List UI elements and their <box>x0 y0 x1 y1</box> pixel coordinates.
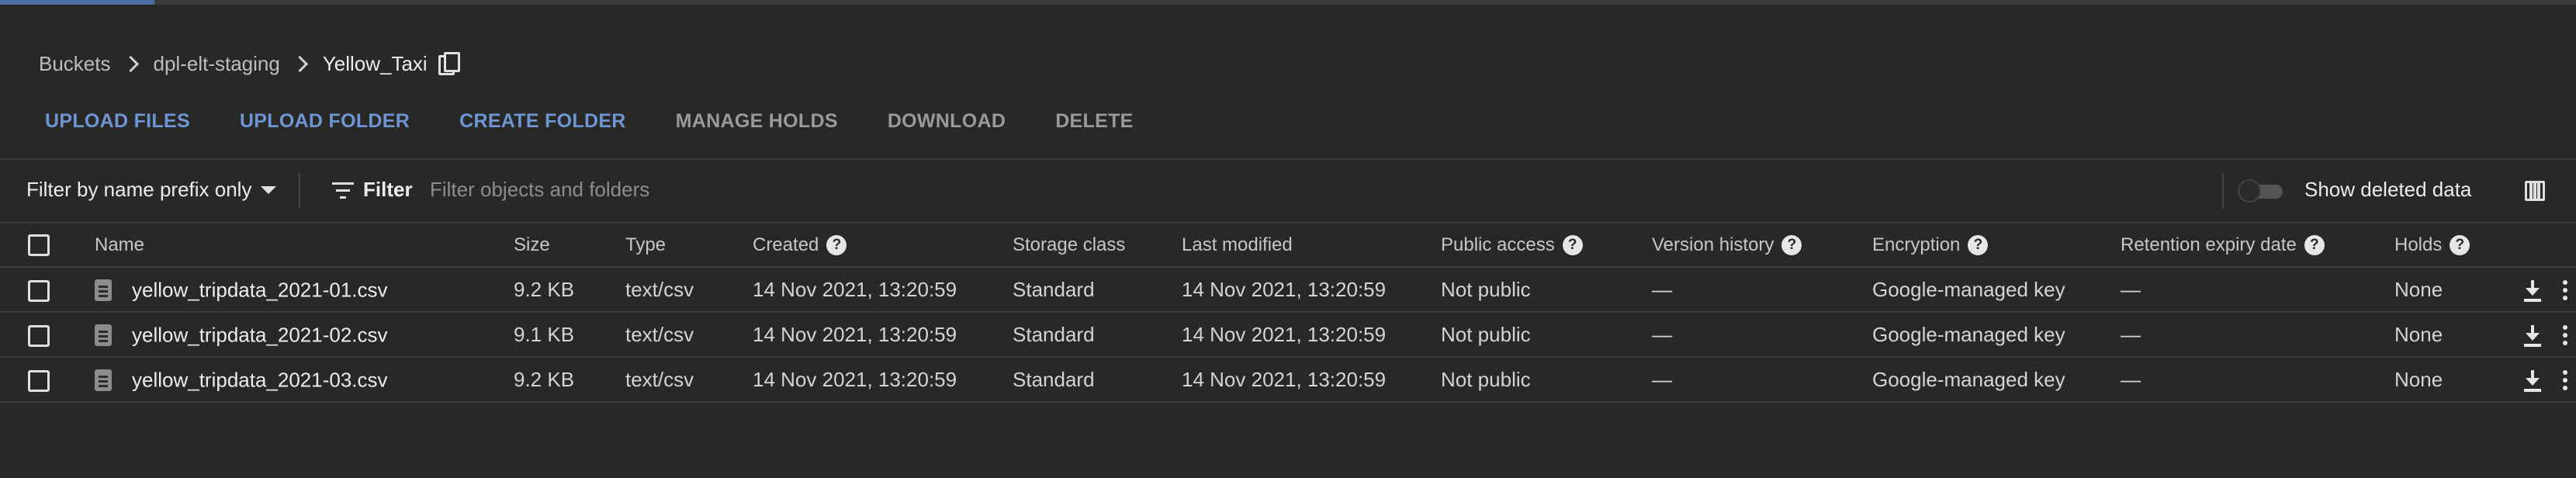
show-deleted-label: Show deleted data <box>2304 178 2472 201</box>
help-icon[interactable]: ? <box>1781 235 1802 256</box>
copy-icon[interactable] <box>438 52 460 75</box>
column-header-encryption[interactable]: Encryption? <box>1872 223 2121 268</box>
cell-size: 9.1 KB <box>514 322 575 346</box>
cell-version-history: — <box>1652 277 1672 301</box>
file-icon <box>95 369 112 391</box>
cell-size: 9.2 KB <box>514 367 575 391</box>
cell-version-history: — <box>1652 367 1672 391</box>
chevron-right-icon <box>291 55 308 72</box>
cell-encryption: Google-managed key <box>1872 367 2065 391</box>
show-deleted-toggle[interactable] <box>2238 178 2287 204</box>
cell-public-access: Not public <box>1441 277 1531 301</box>
cell-last-modified: 14 Nov 2021, 13:20:59 <box>1182 322 1387 346</box>
cell-retention: — <box>2121 322 2141 346</box>
divider <box>2222 173 2224 209</box>
filter-icon[interactable] <box>332 182 354 199</box>
help-icon[interactable]: ? <box>1562 235 1583 256</box>
object-actions-toolbar: UPLOAD FILES UPLOAD FOLDER CREATE FOLDER… <box>45 107 1183 135</box>
column-header-holds[interactable]: Holds? <box>2394 223 2523 268</box>
download-icon[interactable] <box>2523 369 2542 393</box>
upload-files-button[interactable]: UPLOAD FILES <box>45 110 190 133</box>
cell-size: 9.2 KB <box>514 277 575 301</box>
column-header-retention-expiry-date[interactable]: Retention expiry date? <box>2121 223 2394 268</box>
cell-encryption: Google-managed key <box>1872 277 2065 301</box>
cell-storage-class: Standard <box>1013 277 1095 301</box>
download-icon[interactable] <box>2523 324 2542 348</box>
cell-holds: None <box>2394 277 2443 301</box>
more-vert-icon[interactable] <box>2562 369 2568 392</box>
chevron-right-icon <box>122 55 139 72</box>
manage-holds-button[interactable]: MANAGE HOLDS <box>676 110 838 133</box>
cell-storage-class: Standard <box>1013 322 1095 346</box>
column-header-storage-class[interactable]: Storage class <box>1013 223 1182 268</box>
column-header-public-access[interactable]: Public access? <box>1441 223 1652 268</box>
help-icon[interactable]: ? <box>826 235 847 256</box>
file-icon <box>95 324 112 346</box>
cell-holds: None <box>2394 367 2443 391</box>
more-vert-icon[interactable] <box>2562 279 2568 302</box>
table-header-row: Name Size Type Created? Storage class La… <box>0 223 2576 268</box>
column-display-options-icon[interactable] <box>2525 181 2545 201</box>
column-header-actions <box>2523 223 2576 268</box>
file-name-link[interactable]: yellow_tripdata_2021-01.csv <box>132 278 388 301</box>
select-all-checkbox[interactable] <box>28 234 50 256</box>
file-name-link[interactable]: yellow_tripdata_2021-03.csv <box>132 368 388 391</box>
divider <box>299 173 300 209</box>
download-button[interactable]: DOWNLOAD <box>888 110 1006 133</box>
cell-holds: None <box>2394 322 2443 346</box>
cell-last-modified: 14 Nov 2021, 13:20:59 <box>1182 277 1387 301</box>
cell-type: text/csv <box>625 322 694 346</box>
cell-encryption: Google-managed key <box>1872 322 2065 346</box>
file-icon <box>95 279 112 301</box>
cell-created: 14 Nov 2021, 13:20:59 <box>753 367 957 391</box>
cell-created: 14 Nov 2021, 13:20:59 <box>753 277 957 301</box>
filter-prefix-select[interactable]: Filter by name prefix only <box>26 178 277 202</box>
help-icon[interactable]: ? <box>2304 235 2325 256</box>
column-header-version-history[interactable]: Version history? <box>1652 223 1872 268</box>
filter-prefix-label: Filter by name prefix only <box>26 178 252 201</box>
objects-table: Name Size Type Created? Storage class La… <box>0 223 2576 403</box>
column-header-size[interactable]: Size <box>514 223 625 268</box>
table-row[interactable]: yellow_tripdata_2021-03.csv 9.2 KB text/… <box>0 357 2576 402</box>
table-row[interactable]: yellow_tripdata_2021-01.csv 9.2 KB text/… <box>0 267 2576 312</box>
cell-last-modified: 14 Nov 2021, 13:20:59 <box>1182 367 1387 391</box>
cell-retention: — <box>2121 367 2141 391</box>
cell-retention: — <box>2121 277 2141 301</box>
cell-public-access: Not public <box>1441 367 1531 391</box>
breadcrumb: Buckets dpl-elt-staging Yellow_Taxi <box>39 48 460 79</box>
filter-objects-input[interactable] <box>428 173 1052 206</box>
cell-created: 14 Nov 2021, 13:20:59 <box>753 322 957 346</box>
column-header-last-modified[interactable]: Last modified <box>1182 223 1441 268</box>
loading-progress-fill <box>0 0 155 5</box>
table-row[interactable]: yellow_tripdata_2021-02.csv 9.1 KB text/… <box>0 312 2576 357</box>
help-icon[interactable]: ? <box>1968 235 1989 256</box>
row-checkbox[interactable] <box>28 324 50 347</box>
cell-storage-class: Standard <box>1013 367 1095 391</box>
create-folder-button[interactable]: CREATE FOLDER <box>459 110 626 133</box>
cell-public-access: Not public <box>1441 322 1531 346</box>
dropdown-caret-icon <box>261 185 277 194</box>
cell-type: text/csv <box>625 367 694 391</box>
upload-folder-button[interactable]: UPLOAD FOLDER <box>240 110 410 133</box>
column-header-name[interactable]: Name <box>95 223 514 268</box>
row-checkbox[interactable] <box>28 279 50 302</box>
cell-version-history: — <box>1652 322 1672 346</box>
breadcrumb-item-buckets[interactable]: Buckets <box>39 52 111 76</box>
breadcrumb-item-bucket[interactable]: dpl-elt-staging <box>154 52 280 76</box>
help-icon[interactable]: ? <box>2450 235 2470 256</box>
file-name-link[interactable]: yellow_tripdata_2021-02.csv <box>132 323 388 346</box>
filter-label[interactable]: Filter <box>363 178 413 202</box>
cell-type: text/csv <box>625 277 694 301</box>
breadcrumb-current-folder: Yellow_Taxi <box>322 51 428 75</box>
column-header-created[interactable]: Created? <box>753 223 1013 268</box>
delete-button[interactable]: DELETE <box>1055 110 1133 133</box>
filter-bar: Filter by name prefix only Filter Show d… <box>0 159 2576 223</box>
loading-progress-bar <box>0 0 2576 5</box>
row-checkbox[interactable] <box>28 369 50 392</box>
column-header-type[interactable]: Type <box>625 223 753 268</box>
more-vert-icon[interactable] <box>2562 324 2568 347</box>
download-icon[interactable] <box>2523 279 2542 303</box>
